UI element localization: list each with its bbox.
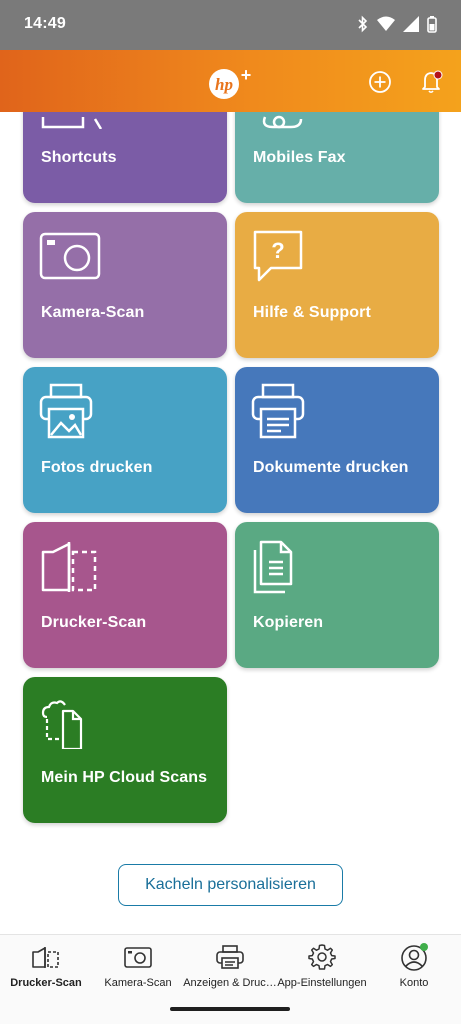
photo-print-icon <box>39 383 103 439</box>
tile-printer-scan[interactable]: Drucker-Scan <box>23 522 227 668</box>
account-icon <box>399 943 429 971</box>
add-circle-icon <box>369 71 391 93</box>
bottom-nav: Drucker-Scan Kamera-Scan Anzeigen & Druc… <box>0 934 461 996</box>
signal-icon <box>403 16 419 32</box>
gear-icon <box>307 943 337 971</box>
notifications-button[interactable] <box>418 68 446 96</box>
tile-label: Kopieren <box>253 614 324 631</box>
tile-label: Drucker-Scan <box>41 614 147 631</box>
svg-text:+: + <box>241 66 252 85</box>
nav-label: Drucker-Scan <box>10 977 82 989</box>
nav-camera-scan[interactable]: Kamera-Scan <box>98 935 178 997</box>
home-indicator[interactable] <box>170 1007 290 1011</box>
bluetooth-icon <box>358 15 368 33</box>
printer-scan-icon <box>39 538 103 594</box>
nav-label: Anzeigen & Druc… <box>183 977 277 989</box>
tile-cloud-scans[interactable]: Mein HP Cloud Scans <box>23 677 227 823</box>
camera-icon <box>123 943 153 971</box>
status-time: 14:49 <box>24 15 66 32</box>
hp-plus-logo: hp + <box>208 65 256 100</box>
printer-scan-icon <box>31 943 61 971</box>
svg-text:?: ? <box>271 238 284 263</box>
tile-camera-scan[interactable]: Kamera-Scan <box>23 212 227 358</box>
nav-label: App-Einstellungen <box>277 977 367 989</box>
nav-view-print[interactable]: Anzeigen & Druc… <box>183 935 277 997</box>
tile-help-support[interactable]: ? Hilfe & Support <box>235 212 439 358</box>
document-print-icon <box>251 383 315 439</box>
tile-print-photos[interactable]: Fotos drucken <box>23 367 227 513</box>
tile-mobile-fax[interactable]: Mobiles Fax <box>235 112 439 203</box>
tile-label: Dokumente drucken <box>253 459 409 476</box>
app-header: hp + <box>0 50 461 112</box>
tile-label: Hilfe & Support <box>253 304 371 321</box>
nav-label: Kamera-Scan <box>104 977 172 989</box>
battery-icon <box>427 15 437 33</box>
status-icons <box>357 15 437 33</box>
wifi-icon <box>377 16 395 31</box>
help-icon: ? <box>251 228 315 284</box>
nav-app-settings[interactable]: App-Einstellungen <box>274 935 370 997</box>
tile-label: Mobiles Fax <box>253 149 346 166</box>
tile-label: Fotos drucken <box>41 459 153 476</box>
tile-grid: Shortcuts Mobiles Fax Kamera-Scan ? Hilf… <box>0 112 461 934</box>
nav-printer-scan[interactable]: Drucker-Scan <box>6 935 86 997</box>
tile-label: Kamera-Scan <box>41 304 145 321</box>
fax-icon <box>251 112 315 129</box>
bell-icon <box>422 70 443 94</box>
tile-print-documents[interactable]: Dokumente drucken <box>235 367 439 513</box>
tile-label: Mein HP Cloud Scans <box>41 769 208 786</box>
cloud-scan-icon <box>39 693 103 751</box>
camera-icon <box>39 228 103 284</box>
status-bar: 14:49 <box>0 0 461 50</box>
nav-account[interactable]: Konto <box>384 935 444 997</box>
tile-copy[interactable]: Kopieren <box>235 522 439 668</box>
tile-shortcuts[interactable]: Shortcuts <box>23 112 227 203</box>
nav-label: Konto <box>399 977 429 989</box>
printer-icon <box>215 943 245 971</box>
svg-text:hp: hp <box>215 75 233 94</box>
personalize-tiles-button[interactable]: Kacheln personalisieren <box>118 864 343 906</box>
home-indicator-bar <box>0 996 461 1024</box>
tile-label: Shortcuts <box>41 149 117 166</box>
copy-icon <box>251 538 315 594</box>
add-button[interactable] <box>366 68 394 96</box>
shortcut-icon <box>39 112 103 130</box>
